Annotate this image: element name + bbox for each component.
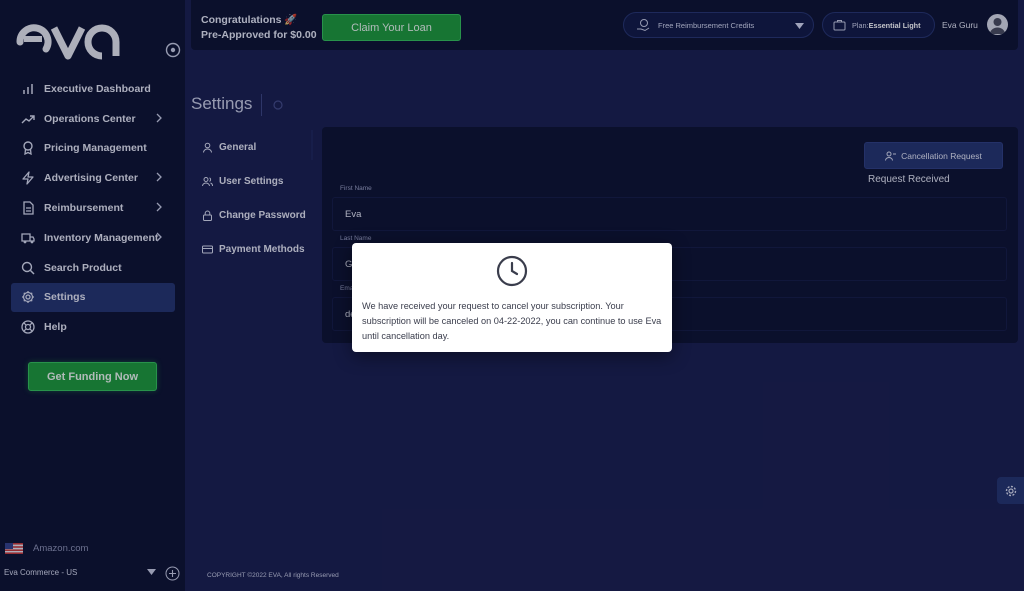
- clock-icon: [496, 255, 528, 287]
- cancellation-confirmation-modal: We have received your request to cancel …: [352, 243, 672, 352]
- modal-message: We have received your request to cancel …: [362, 301, 662, 341]
